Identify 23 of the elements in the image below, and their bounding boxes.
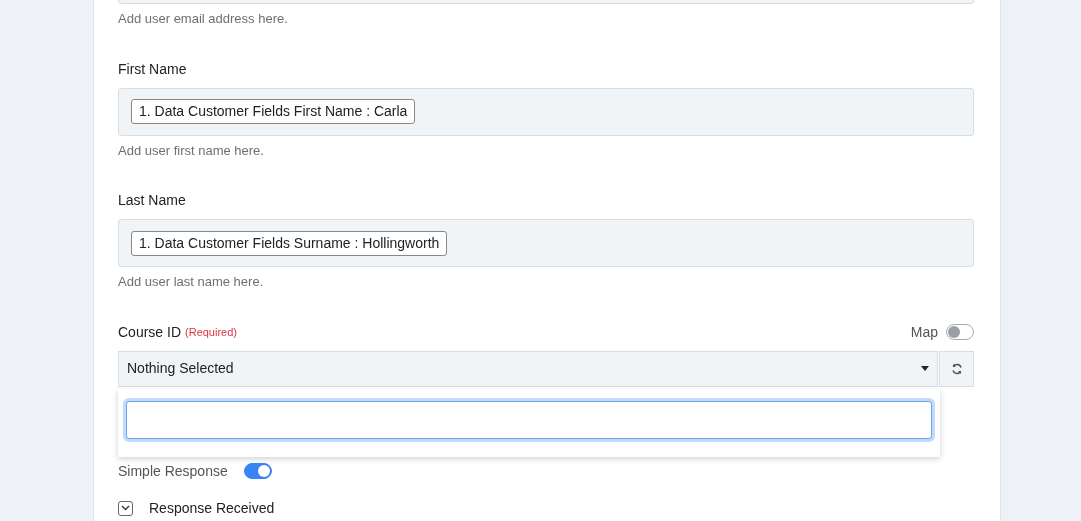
chevron-icon [121, 505, 130, 511]
help-text: Add user first name here. [118, 141, 265, 160]
field-label: Last Name [118, 191, 187, 210]
collapse-toggle[interactable] [118, 500, 133, 516]
required-note: (Required) [185, 324, 237, 340]
map-toggle[interactable] [946, 324, 974, 340]
search-field[interactable] [126, 400, 932, 439]
refresh-button[interactable] [939, 350, 974, 387]
field-label: Course ID [118, 322, 182, 342]
help-text: Add user email address here. [118, 10, 289, 28]
caret-icon [921, 366, 929, 371]
toggle-label: Simple Response [118, 461, 228, 481]
mapped-value-tag: 1. Data Customer Fields First Name : Carla [131, 99, 416, 124]
field-label: First Name [118, 59, 188, 79]
input-field[interactable]: 1. Data Customer Fields Surname : Hollingworth [118, 219, 974, 267]
map-label: Map [910, 322, 938, 342]
response-toggle[interactable] [243, 463, 272, 479]
select-dropdown[interactable]: Nothing Selected [118, 350, 938, 387]
input-field[interactable]: 1. Data Customer Fields First Name : Carla [118, 87, 974, 136]
section-title: Response Received [149, 498, 275, 518]
help-text: Add user last name here. [118, 273, 265, 291]
mapped-value-tag: 1. Data Customer Fields Surname : Hollingworth [131, 230, 448, 256]
refresh-icon [950, 362, 963, 375]
